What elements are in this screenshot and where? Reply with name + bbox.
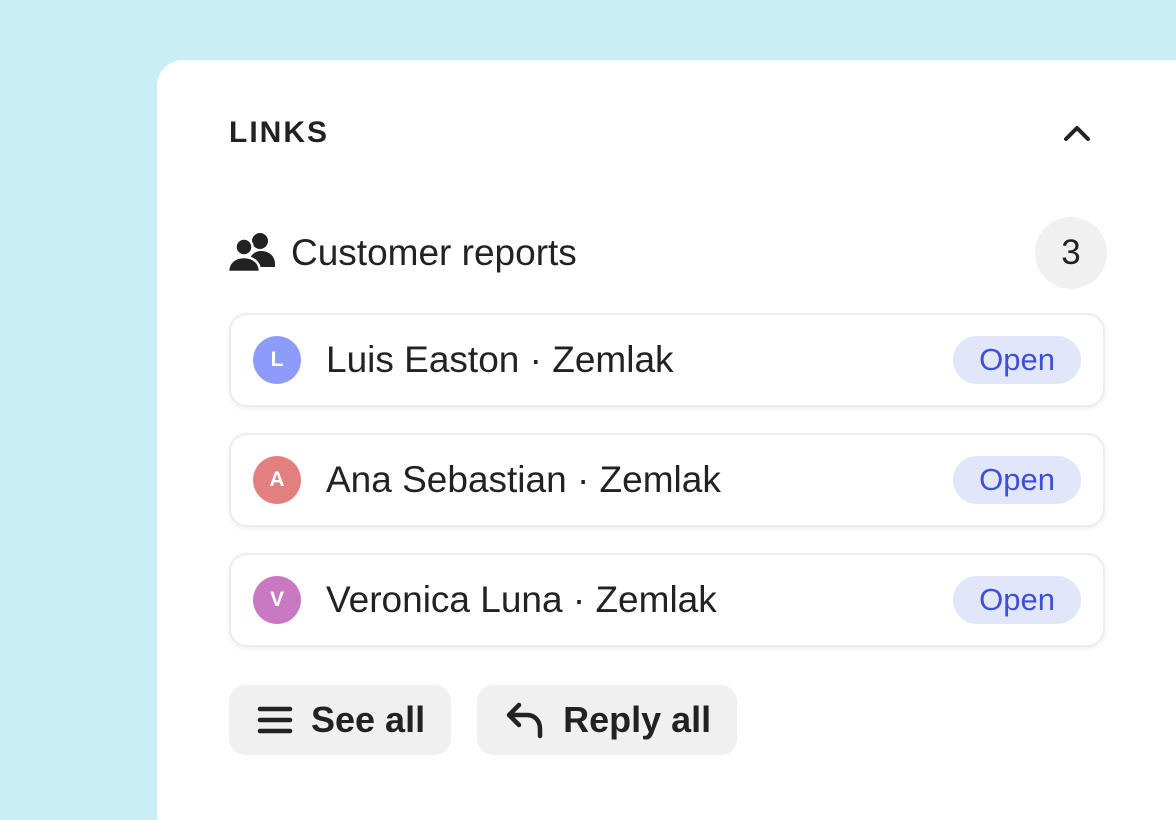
avatar: V xyxy=(253,576,301,624)
report-name: Veronica Luna · Zemlak xyxy=(326,579,717,620)
open-button[interactable]: Open xyxy=(953,456,1081,504)
report-name: Luis Easton · Zemlak xyxy=(326,339,674,380)
report-name: Ana Sebastian · Zemlak xyxy=(326,459,721,500)
collapse-button[interactable] xyxy=(1055,115,1099,151)
report-item-luis-easton[interactable]: L Luis Easton · Zemlak Open xyxy=(229,313,1105,407)
section-title: LINKS xyxy=(229,116,329,149)
reply-all-button[interactable]: Reply all xyxy=(477,685,738,755)
avatar: L xyxy=(253,336,301,384)
links-panel: LINKS Customer reports 3 L Luis Easton ·… xyxy=(157,60,1176,820)
reply-all-label: Reply all xyxy=(563,699,712,740)
report-list: L Luis Easton · Zemlak Open A Ana Sebast… xyxy=(229,313,1105,673)
customer-reports-header: Customer reports 3 xyxy=(227,217,1107,289)
count-badge: 3 xyxy=(1035,217,1107,289)
group-title: Customer reports xyxy=(291,232,577,273)
report-item-veronica-luna[interactable]: V Veronica Luna · Zemlak Open xyxy=(229,553,1105,647)
reply-icon xyxy=(505,701,545,739)
users-icon xyxy=(227,231,277,275)
list-icon xyxy=(257,705,293,735)
links-section-header: LINKS xyxy=(229,115,1099,151)
report-item-ana-sebastian[interactable]: A Ana Sebastian · Zemlak Open xyxy=(229,433,1105,527)
see-all-label: See all xyxy=(311,699,426,740)
open-button[interactable]: Open xyxy=(953,336,1081,384)
open-button[interactable]: Open xyxy=(953,576,1081,624)
see-all-button[interactable]: See all xyxy=(229,685,452,755)
avatar: A xyxy=(253,456,301,504)
actions-bar: See all Reply all xyxy=(229,685,763,755)
chevron-up-icon xyxy=(1062,123,1092,143)
